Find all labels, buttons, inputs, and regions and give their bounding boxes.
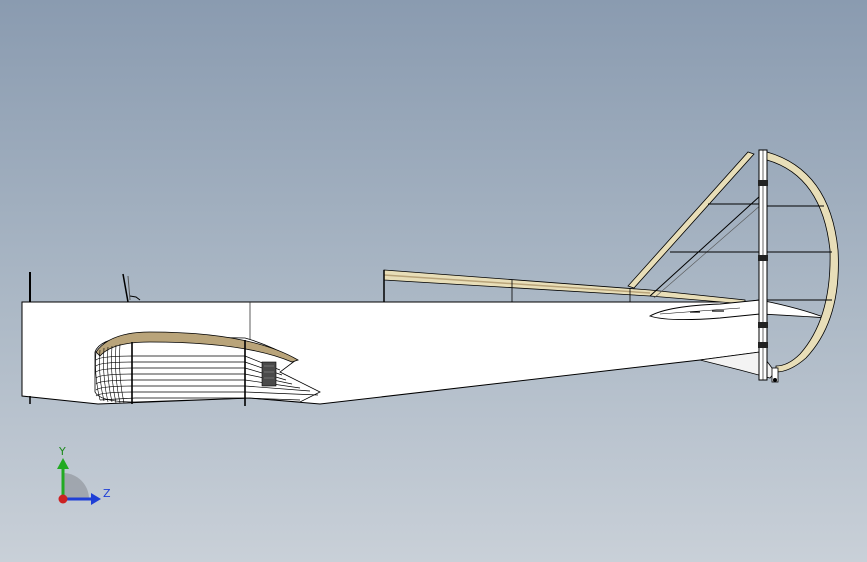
rudder-ribs [767, 205, 832, 301]
triad-plane [63, 473, 89, 499]
rudder-outline [766, 151, 839, 373]
tail-skid [771, 367, 779, 383]
triad-y-label: Y [58, 445, 66, 458]
triad-z-arrowhead [91, 493, 101, 505]
triad-x-axis-origin [58, 494, 68, 504]
fin-leading-edge [627, 151, 755, 289]
cad-viewport[interactable]: Y Z [0, 0, 867, 562]
cockpit-post [122, 273, 141, 303]
triad-y-arrowhead [57, 458, 69, 469]
triad-z-label: Z [103, 487, 111, 500]
coordinate-triad: Y Z [57, 445, 111, 505]
engine-block [261, 361, 277, 387]
